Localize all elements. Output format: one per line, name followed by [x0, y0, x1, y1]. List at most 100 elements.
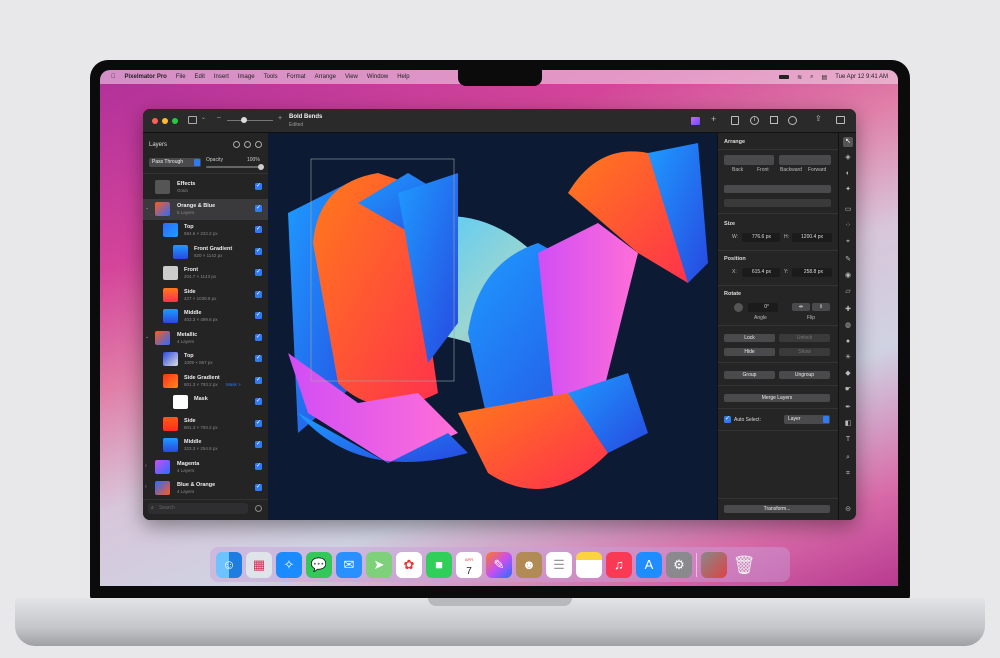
layer-row[interactable]: ⌄ Orange & Blue 5 Layers ✓: [143, 198, 268, 220]
type-icon[interactable]: T: [843, 435, 853, 445]
hide-button[interactable]: Hide: [724, 348, 775, 356]
layer-visibility-checkbox[interactable]: ✓: [255, 312, 262, 319]
trash-icon[interactable]: 🗑: [731, 552, 757, 578]
opacity-slider[interactable]: [206, 164, 264, 170]
maps-icon[interactable]: ➤: [366, 551, 392, 578]
wifi-icon[interactable]: ≋: [797, 74, 802, 81]
layer-row[interactable]: Side 427 × 1039.6 px ✓: [143, 285, 268, 306]
add-icon[interactable]: +: [711, 114, 716, 124]
layer-visibility-checkbox[interactable]: ✓: [255, 204, 262, 212]
more-options-icon[interactable]: [788, 116, 797, 125]
back-front-control[interactable]: [724, 155, 774, 165]
layer-row[interactable]: Side 801.3 × 793.2 px ✓: [143, 414, 268, 435]
effects-icon[interactable]: ✦: [843, 185, 853, 195]
eyedropper-icon[interactable]: ⌖: [843, 237, 853, 247]
shapes-icon[interactable]: ◧: [843, 419, 853, 429]
blur-icon[interactable]: ●: [843, 337, 853, 347]
menu-image[interactable]: Image: [238, 74, 255, 80]
menu-insert[interactable]: Insert: [214, 74, 229, 80]
facetime-icon[interactable]: ■: [426, 551, 452, 578]
layer-row[interactable]: Front Gradient 820 × 1142 px ✓: [143, 242, 268, 263]
chevron-down-icon[interactable]: ⌄: [145, 334, 149, 340]
angle-field[interactable]: 0°: [748, 303, 778, 312]
photos-icon[interactable]: ✿: [396, 551, 422, 578]
layer-row[interactable]: Front 204.7 × 1143 px ✓: [143, 263, 268, 284]
flip-horizontal-button[interactable]: ⇹: [792, 303, 810, 311]
zoom-slider[interactable]: [227, 117, 273, 123]
apple-icon[interactable]: : [111, 74, 116, 80]
info-icon[interactable]: i: [750, 116, 759, 125]
minimize-button[interactable]: [162, 118, 168, 124]
launchpad-icon[interactable]: ▦: [246, 551, 272, 578]
height-field[interactable]: 1200.4 px: [792, 233, 832, 242]
lighten-icon[interactable]: ☀: [843, 353, 853, 363]
merge-layers-button[interactable]: Merge Layers: [724, 394, 830, 402]
x-field[interactable]: 615.4 px: [742, 268, 780, 277]
clone-icon[interactable]: ◍: [843, 321, 853, 331]
auto-select-checkbox[interactable]: ✓: [724, 416, 731, 423]
app-store-icon[interactable]: A: [636, 551, 662, 578]
layer-row[interactable]: Effects Grain ✓: [143, 177, 268, 198]
angle-dial[interactable]: [734, 303, 743, 312]
menu-tools[interactable]: Tools: [264, 74, 278, 80]
pixelmator-pro-icon[interactable]: ✎: [486, 551, 512, 578]
mail-icon[interactable]: ✉: [336, 551, 362, 578]
layer-row[interactable]: ⌄ Metallic 4 Layers ✓: [143, 328, 268, 349]
retouch-icon[interactable]: ✚: [843, 305, 853, 315]
layer-row[interactable]: › Blue & Orange 4 Layers ✓: [143, 478, 268, 499]
layer-visibility-checkbox[interactable]: ✓: [255, 398, 262, 405]
more-tools-icon[interactable]: ⊝: [843, 505, 853, 515]
photo-browser-icon[interactable]: [731, 116, 739, 125]
crop-rotate-icon[interactable]: [770, 116, 778, 124]
menu-app-name[interactable]: Pixelmator Pro: [125, 74, 167, 80]
chevron-down-icon[interactable]: ⌄: [145, 205, 149, 211]
paint-icon[interactable]: ✎: [843, 255, 853, 265]
menu-window[interactable]: Window: [367, 74, 388, 80]
layer-row[interactable]: Middle 403.3 × 499.6 px ✓: [143, 306, 268, 327]
layer-search-input[interactable]: ⌕ Search: [148, 503, 248, 514]
menu-arrange[interactable]: Arrange: [315, 74, 336, 80]
distribute-buttons[interactable]: [724, 199, 831, 207]
layer-visibility-checkbox[interactable]: ✓: [255, 269, 262, 276]
layer-row[interactable]: › Magenta 4 Layers ✓: [143, 457, 268, 478]
fill-icon[interactable]: ◉: [843, 271, 853, 281]
layers-options-icon[interactable]: [233, 141, 240, 148]
zoom-out-icon[interactable]: –: [217, 114, 221, 121]
spotlight-icon[interactable]: ⌕: [810, 74, 813, 81]
canvas[interactable]: [268, 133, 717, 520]
layer-visibility-checkbox[interactable]: ✓: [255, 183, 262, 190]
layer-visibility-checkbox[interactable]: ✓: [255, 247, 262, 255]
pen-icon[interactable]: ✒: [843, 403, 853, 413]
layer-visibility-checkbox[interactable]: ✓: [255, 419, 262, 427]
zoom-tool-icon[interactable]: ⌕: [843, 453, 853, 463]
chevron-down-icon[interactable]: ⌄: [201, 114, 206, 121]
close-button[interactable]: [152, 118, 158, 124]
selection-icon[interactable]: ▭: [843, 205, 853, 215]
finder-icon[interactable]: ☺: [216, 551, 242, 578]
unlock-button[interactable]: Unlock: [779, 334, 830, 342]
layer-visibility-checkbox[interactable]: ✓: [255, 462, 262, 470]
layer-visibility-checkbox[interactable]: ✓: [255, 484, 262, 491]
show-button[interactable]: Show: [779, 348, 830, 356]
layer-row[interactable]: Mask ✓: [143, 392, 268, 413]
color-adjust-icon[interactable]: ◐: [843, 169, 853, 179]
arrange-tool-icon[interactable]: ↖: [843, 137, 853, 147]
front-button[interactable]: Front: [757, 167, 769, 173]
menu-edit[interactable]: Edit: [195, 74, 205, 80]
layer-row[interactable]: Side Gradient 801.3 × 793.2 px Mask > ✓: [143, 371, 268, 392]
zoom-in-icon[interactable]: +: [278, 115, 282, 122]
eraser-icon[interactable]: ▱: [843, 287, 853, 297]
forward-button[interactable]: Forward: [808, 167, 826, 173]
calendar-icon[interactable]: APR 7: [456, 551, 482, 578]
auto-select-dropdown[interactable]: Layer: [784, 415, 830, 424]
backward-forward-control[interactable]: [779, 155, 831, 165]
y-field[interactable]: 258.8 px: [792, 268, 832, 277]
menu-format[interactable]: Format: [287, 74, 306, 80]
menu-view[interactable]: View: [345, 74, 358, 80]
menu-help[interactable]: Help: [397, 74, 409, 80]
layers-add-icon[interactable]: [255, 141, 262, 148]
backward-button[interactable]: Backward: [780, 167, 802, 173]
layer-visibility-checkbox[interactable]: ✓: [255, 376, 262, 384]
layer-row[interactable]: Top 584.6 × 222.2 px ✓: [143, 220, 268, 241]
notes-icon[interactable]: [576, 551, 602, 578]
